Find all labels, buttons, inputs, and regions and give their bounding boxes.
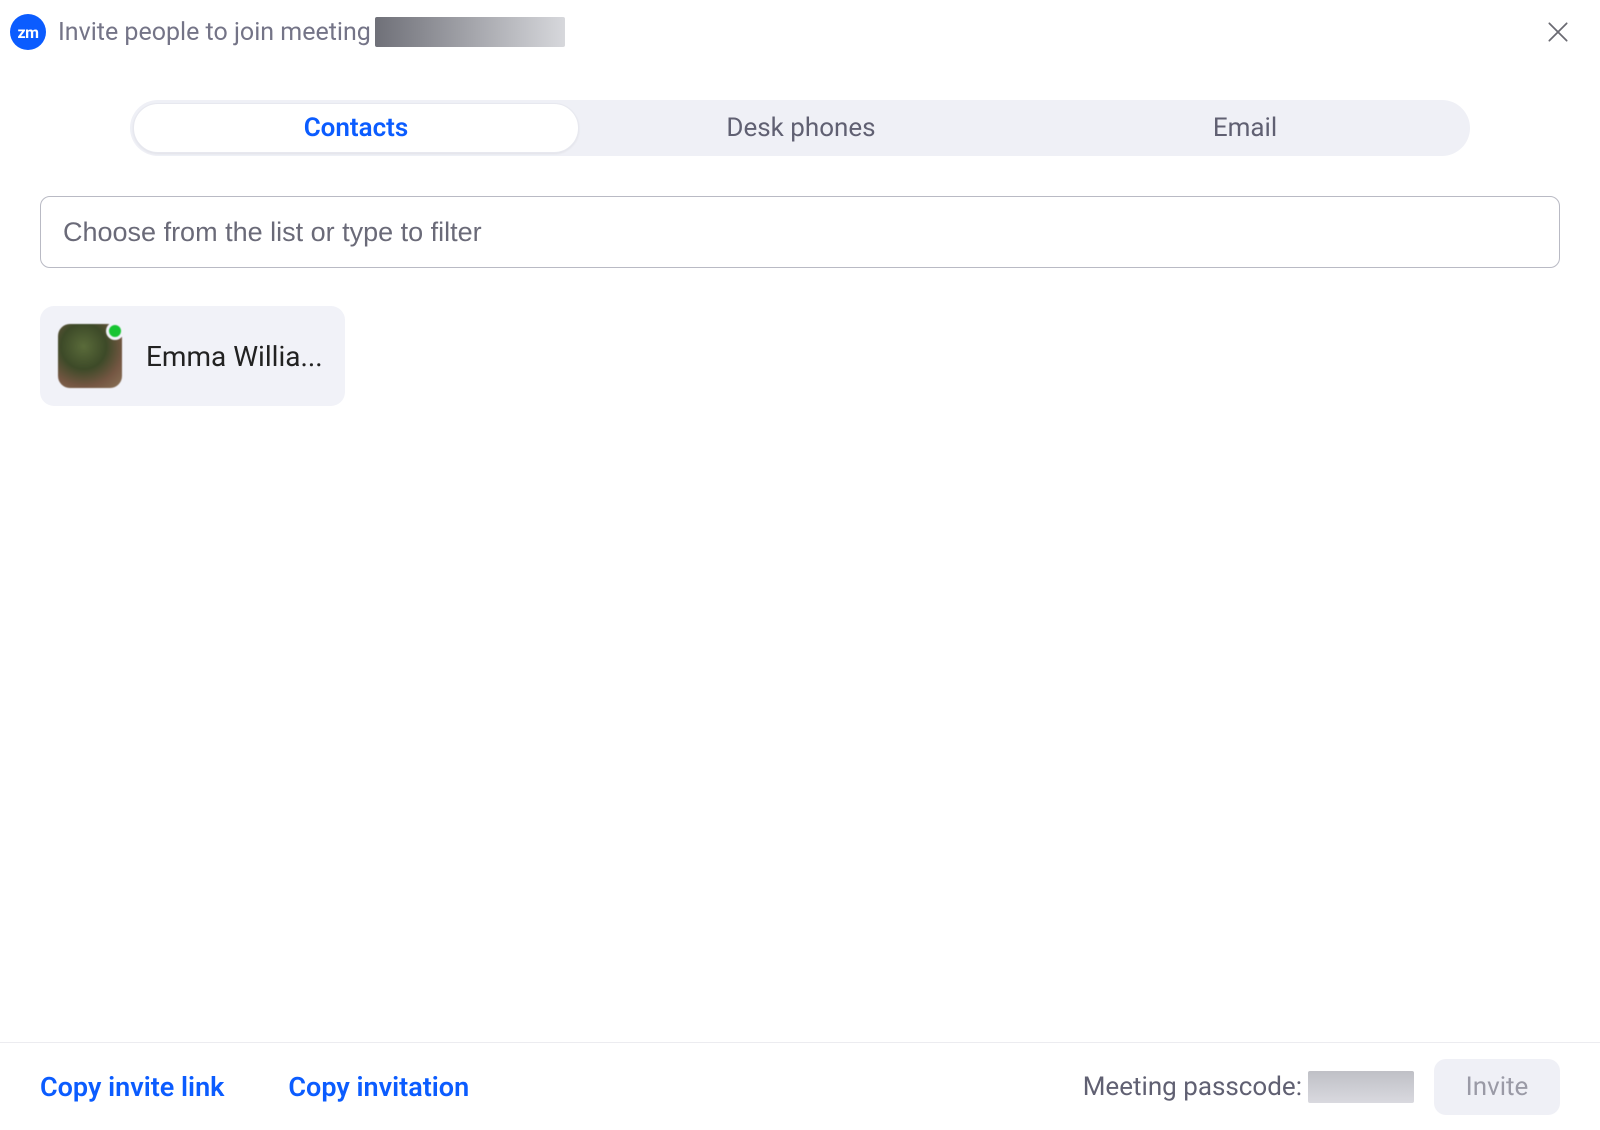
contact-name: Emma Willia... [146, 340, 323, 373]
title-bar: zm Invite people to join meeting [0, 0, 1600, 60]
filter-input[interactable] [61, 216, 1539, 249]
close-button[interactable] [1536, 10, 1580, 54]
tab-label: Email [1213, 113, 1277, 143]
contact-card[interactable]: Emma Willia... [40, 306, 345, 406]
meeting-passcode-label: Meeting passcode: [1083, 1072, 1302, 1102]
tab-email[interactable]: Email [1023, 103, 1467, 153]
tab-bar-container: Contacts Desk phones Email [0, 100, 1600, 156]
copy-invite-link-button[interactable]: Copy invite link [40, 1071, 224, 1103]
search-row [0, 196, 1600, 268]
copy-invitation-button[interactable]: Copy invitation [288, 1071, 469, 1103]
invite-button[interactable]: Invite [1434, 1059, 1560, 1115]
tab-label: Desk phones [726, 113, 875, 143]
tab-bar: Contacts Desk phones Email [130, 100, 1470, 156]
tab-label: Contacts [304, 113, 409, 143]
avatar [58, 324, 122, 388]
filter-input-container[interactable] [40, 196, 1560, 268]
contacts-list: Emma Willia... [0, 268, 1600, 1042]
zoom-logo-text: zm [18, 23, 39, 42]
presence-online-icon [106, 322, 124, 340]
window-title: Invite people to join meeting [58, 18, 371, 47]
zoom-logo-icon: zm [10, 14, 46, 50]
footer-bar: Copy invite link Copy invitation Meeting… [0, 1042, 1600, 1130]
tab-contacts[interactable]: Contacts [133, 103, 579, 153]
invite-dialog: zm Invite people to join meeting Contact… [0, 0, 1600, 1130]
meeting-passcode-redacted [1308, 1071, 1414, 1103]
tab-desk-phones[interactable]: Desk phones [579, 103, 1023, 153]
close-icon [1545, 19, 1571, 45]
meeting-id-redacted [375, 17, 565, 47]
